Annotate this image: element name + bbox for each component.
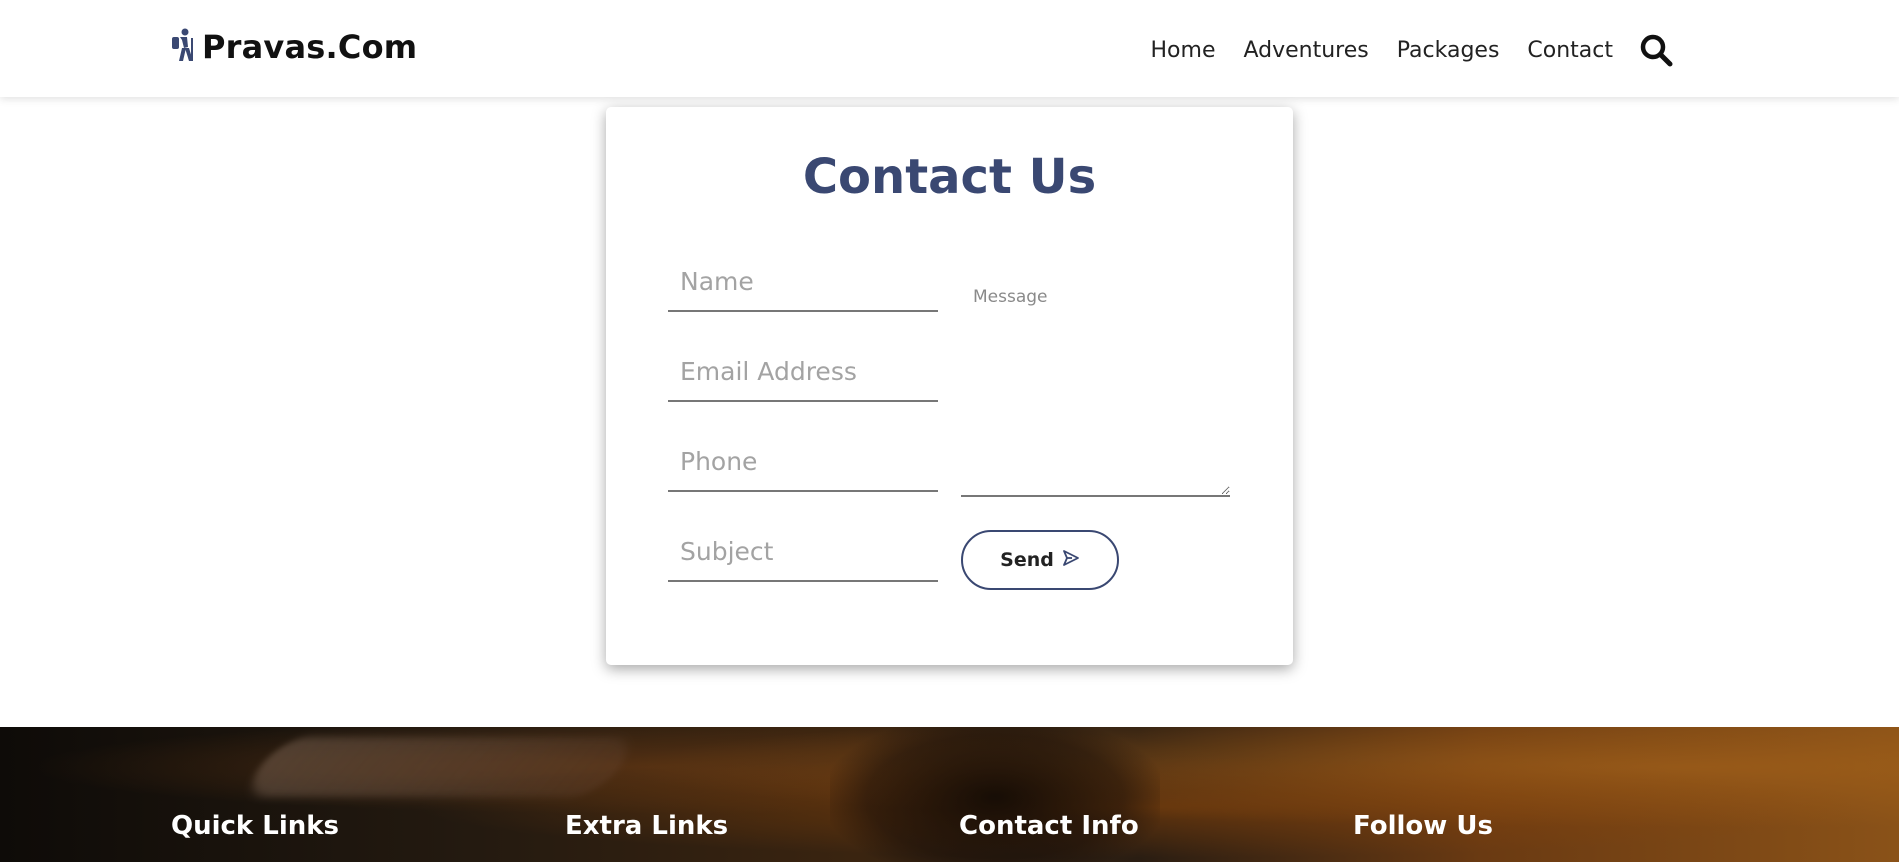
footer-background-river bbox=[238, 737, 642, 797]
page-title: Contact Us bbox=[802, 149, 1097, 205]
brand-name: Pravas.Com bbox=[202, 28, 418, 66]
logo[interactable]: Pravas.Com bbox=[170, 28, 417, 66]
site-header: Pravas.Com Home Adventures Packages Cont… bbox=[0, 0, 1899, 97]
nav-contact[interactable]: Contact bbox=[1527, 38, 1613, 63]
footer-background-hiker bbox=[830, 727, 1160, 862]
send-button[interactable]: Send bbox=[961, 530, 1119, 590]
send-icon bbox=[1062, 549, 1080, 572]
hiker-icon bbox=[170, 28, 196, 66]
site-footer: Quick Links Extra Links Contact Info Fol… bbox=[0, 727, 1899, 862]
send-label: Send bbox=[1000, 549, 1054, 571]
footer-heading-quick-links: Quick Links bbox=[171, 811, 340, 841]
subject-field[interactable] bbox=[668, 522, 938, 582]
phone-field[interactable] bbox=[668, 432, 938, 492]
footer-heading-extra-links: Extra Links bbox=[565, 811, 729, 841]
nav-packages[interactable]: Packages bbox=[1397, 38, 1500, 63]
nav-adventures[interactable]: Adventures bbox=[1243, 38, 1368, 63]
footer-heading-follow-us: Follow Us bbox=[1353, 811, 1493, 841]
footer-heading-contact-info: Contact Info bbox=[959, 811, 1139, 841]
contact-card: Contact Us Send bbox=[606, 107, 1293, 665]
main-nav: Home Adventures Packages Contact bbox=[1123, 33, 1673, 67]
email-field[interactable] bbox=[668, 342, 938, 402]
search-icon[interactable] bbox=[1639, 33, 1673, 67]
name-field[interactable] bbox=[668, 252, 938, 312]
nav-home[interactable]: Home bbox=[1151, 38, 1216, 63]
message-field[interactable] bbox=[961, 269, 1230, 497]
